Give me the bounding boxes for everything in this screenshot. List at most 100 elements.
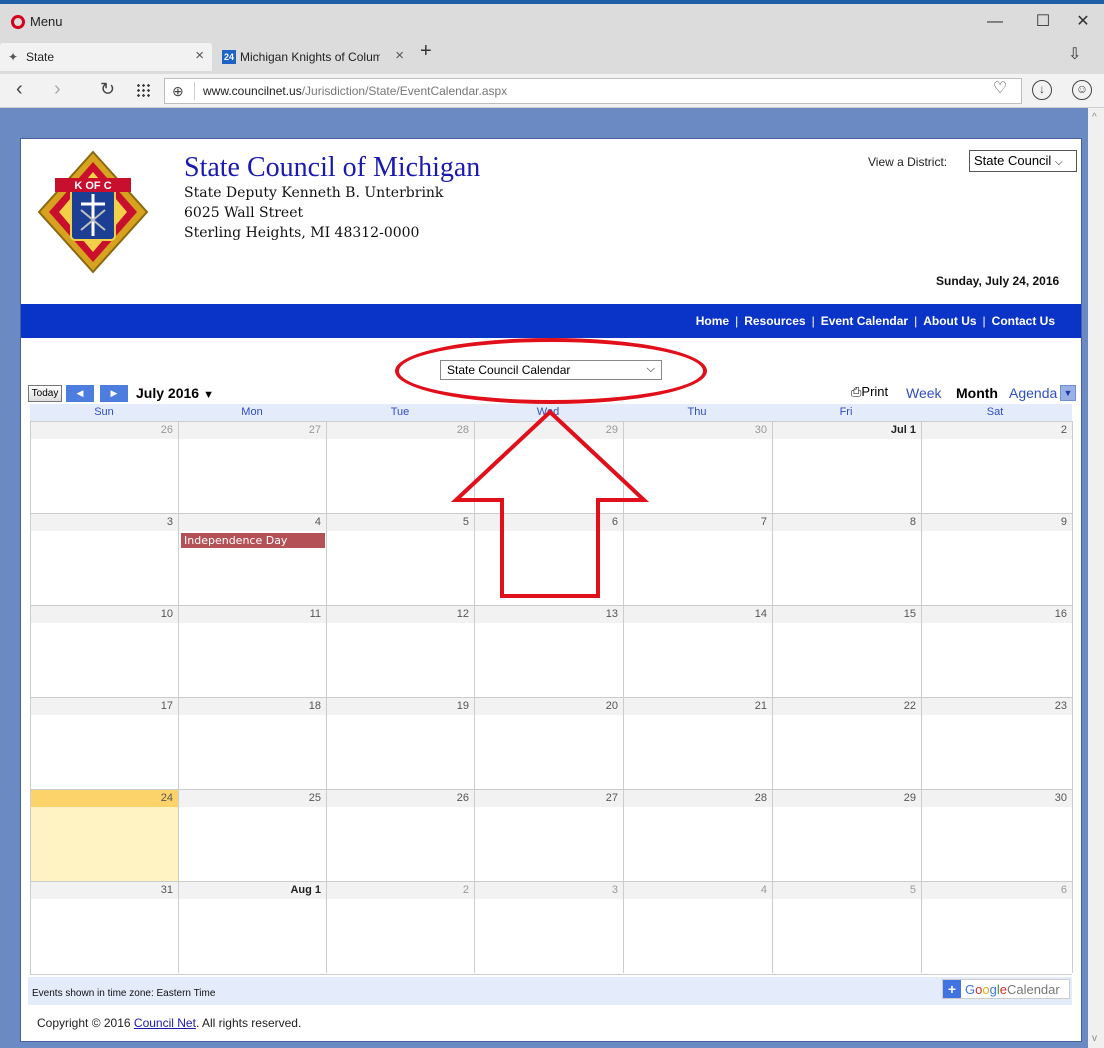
day-cell[interactable]: 4 bbox=[624, 881, 773, 973]
print-button[interactable]: ⎙Print bbox=[851, 384, 888, 400]
menu-label[interactable]: Menu bbox=[30, 14, 63, 29]
day-number: 19 bbox=[327, 698, 474, 715]
day-cell[interactable]: 17 bbox=[31, 697, 179, 789]
council-net-link[interactable]: Council Net bbox=[134, 1016, 196, 1030]
copyright: Copyright © 2016 Council Net. All rights… bbox=[37, 1016, 302, 1030]
tab-menu-icon[interactable]: ⇩ bbox=[1068, 44, 1081, 64]
day-cell[interactable]: 10 bbox=[31, 605, 179, 697]
day-cell[interactable]: Aug 1 bbox=[179, 881, 327, 973]
logo-text: K OF C bbox=[74, 180, 111, 192]
day-cell[interactable]: 19 bbox=[327, 697, 475, 789]
day-cell[interactable]: 3 bbox=[475, 881, 624, 973]
day-cell[interactable]: 22 bbox=[773, 697, 922, 789]
maximize-icon[interactable]: ☐ bbox=[1028, 11, 1058, 35]
nav-home[interactable]: Home bbox=[696, 314, 729, 328]
month-title[interactable]: July 2016 ▼ bbox=[136, 385, 214, 401]
tab-title: Michigan Knights of Colum bbox=[240, 50, 380, 64]
district-select[interactable]: State Council ⌵ bbox=[969, 150, 1077, 172]
day-number: 24 bbox=[31, 790, 178, 807]
day-cell[interactable]: 14 bbox=[624, 605, 773, 697]
day-cell[interactable]: 4 Independence Day bbox=[179, 513, 327, 605]
account-icon[interactable]: ☺ bbox=[1072, 80, 1092, 100]
day-cell[interactable]: 29 bbox=[773, 789, 922, 881]
day-cell[interactable]: 23 bbox=[922, 697, 1073, 789]
day-cell[interactable]: 26 bbox=[327, 789, 475, 881]
view-tab-agenda[interactable]: Agenda bbox=[1004, 384, 1062, 404]
tab-title: State bbox=[26, 50, 55, 64]
day-cell[interactable]: 30 bbox=[922, 789, 1073, 881]
nav-separator: | bbox=[735, 314, 739, 328]
minimize-icon[interactable]: — bbox=[980, 11, 1010, 35]
back-icon[interactable]: ‹ bbox=[16, 78, 23, 101]
nav-event-calendar[interactable]: Event Calendar bbox=[821, 314, 908, 328]
day-number: 3 bbox=[31, 514, 178, 531]
day-cell[interactable]: 27 bbox=[179, 421, 327, 513]
tab-close-icon[interactable]: × bbox=[195, 47, 204, 64]
tab-michigan-knights[interactable]: 24 Michigan Knights of Colum × bbox=[214, 43, 412, 71]
view-tab-month[interactable]: Month bbox=[951, 384, 1003, 404]
day-cell[interactable]: 11 bbox=[179, 605, 327, 697]
day-number: 5 bbox=[773, 882, 921, 899]
speed-dial-icon[interactable] bbox=[136, 83, 150, 97]
scroll-up-icon[interactable]: ^ bbox=[1092, 112, 1097, 123]
day-cell[interactable]: 27 bbox=[475, 789, 624, 881]
today-button[interactable]: Today bbox=[28, 385, 62, 402]
opera-icon[interactable] bbox=[11, 15, 25, 29]
nav-contact-us[interactable]: Contact Us bbox=[992, 314, 1055, 328]
day-cell[interactable]: Jul 1 bbox=[773, 421, 922, 513]
day-number: 4 bbox=[624, 882, 772, 899]
day-cell[interactable]: 26 bbox=[31, 421, 179, 513]
nav-separator: | bbox=[982, 314, 986, 328]
day-cell[interactable]: 18 bbox=[179, 697, 327, 789]
caret-down-icon: ▼ bbox=[203, 389, 214, 401]
day-cell[interactable]: 24 bbox=[31, 789, 179, 881]
day-cell[interactable]: 3 bbox=[31, 513, 179, 605]
url-input[interactable]: ⊕ www.councilnet.us/Jurisdiction/State/E… bbox=[164, 78, 1022, 104]
day-number: 9 bbox=[922, 514, 1072, 531]
day-number: Jul 1 bbox=[773, 422, 921, 439]
day-cell[interactable]: 9 bbox=[922, 513, 1073, 605]
day-cell[interactable]: 31 bbox=[31, 881, 179, 973]
day-number: 31 bbox=[31, 882, 178, 899]
heart-icon[interactable]: ♡ bbox=[990, 80, 1010, 100]
previous-month-button[interactable]: ◀ bbox=[66, 385, 94, 402]
star-icon: ✦ bbox=[8, 50, 19, 64]
reload-icon[interactable]: ↻ bbox=[100, 79, 115, 100]
next-month-button[interactable]: ▶ bbox=[100, 385, 128, 402]
calendar-select[interactable]: State Council Calendar ⌵ bbox=[440, 360, 662, 380]
day-cell[interactable]: 16 bbox=[922, 605, 1073, 697]
vertical-scrollbar[interactable]: ^ v bbox=[1088, 108, 1104, 1048]
day-cell[interactable]: 5 bbox=[773, 881, 922, 973]
day-cell[interactable]: 8 bbox=[773, 513, 922, 605]
day-number: 28 bbox=[624, 790, 772, 807]
day-cell[interactable]: 25 bbox=[179, 789, 327, 881]
nav-separator: | bbox=[811, 314, 815, 328]
nav-about-us[interactable]: About Us bbox=[923, 314, 976, 328]
day-number: 20 bbox=[475, 698, 623, 715]
day-cell[interactable]: 28 bbox=[624, 789, 773, 881]
day-cell[interactable]: 2 bbox=[327, 881, 475, 973]
event-chip[interactable]: Independence Day bbox=[181, 533, 325, 548]
day-cell[interactable]: 2 bbox=[922, 421, 1073, 513]
google-calendar-button[interactable]: + GoogleCalendar bbox=[942, 979, 1070, 999]
forward-icon[interactable]: › bbox=[54, 78, 61, 101]
day-cell[interactable]: 15 bbox=[773, 605, 922, 697]
new-tab-icon[interactable]: + bbox=[420, 40, 432, 63]
day-cell[interactable]: 20 bbox=[475, 697, 624, 789]
view-tab-week[interactable]: Week bbox=[901, 384, 947, 404]
day-cell[interactable]: 21 bbox=[624, 697, 773, 789]
browser-menubar: Menu — ☐ ✕ bbox=[0, 0, 1104, 38]
day-cell[interactable]: 12 bbox=[327, 605, 475, 697]
nav-resources[interactable]: Resources bbox=[744, 314, 805, 328]
download-icon[interactable]: ↓ bbox=[1032, 80, 1052, 100]
day-cell[interactable]: 6 bbox=[922, 881, 1073, 973]
tab-close-icon[interactable]: × bbox=[395, 47, 404, 64]
tab-state[interactable]: ✦ State × bbox=[0, 43, 212, 71]
deputy-name: State Deputy Kenneth B. Unterbrink bbox=[184, 185, 444, 201]
day-number: 18 bbox=[179, 698, 326, 715]
view-dropdown-button[interactable]: ▼ bbox=[1060, 385, 1076, 401]
close-window-icon[interactable]: ✕ bbox=[1068, 11, 1098, 35]
scroll-down-icon[interactable]: v bbox=[1092, 1033, 1097, 1044]
day-cell[interactable]: 13 bbox=[475, 605, 624, 697]
chevron-down-icon: ⌵ bbox=[1054, 157, 1063, 168]
